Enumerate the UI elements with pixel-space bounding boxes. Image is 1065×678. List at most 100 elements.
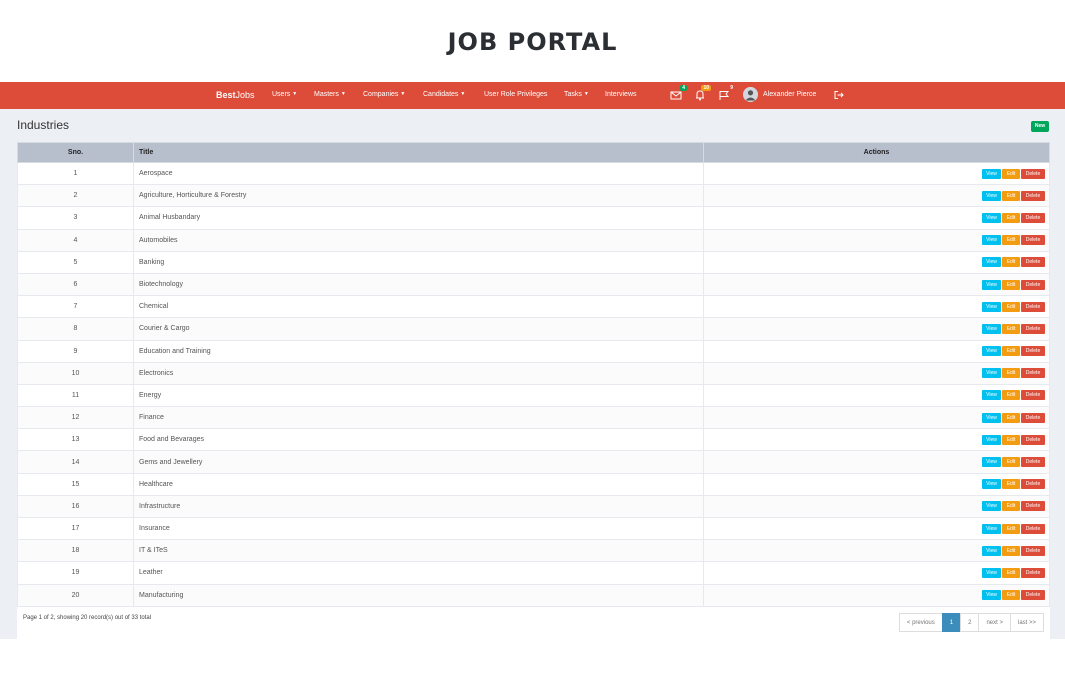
edit-button[interactable]: Edit bbox=[1002, 457, 1020, 468]
edit-button[interactable]: Edit bbox=[1002, 212, 1020, 223]
edit-button[interactable]: Edit bbox=[1002, 368, 1020, 379]
edit-button[interactable]: Edit bbox=[1002, 346, 1020, 357]
view-button[interactable]: View bbox=[982, 190, 1001, 201]
delete-button[interactable]: Delete bbox=[1021, 434, 1045, 445]
nav-masters[interactable]: Masters ▼ bbox=[314, 91, 346, 98]
table-row: 4 Automobiles View Edit Delete bbox=[17, 228, 1050, 252]
delete-button[interactable]: Delete bbox=[1021, 235, 1045, 246]
row-actions: View Edit Delete bbox=[703, 339, 1050, 363]
pager-item[interactable]: < previous bbox=[898, 613, 943, 632]
edit-button[interactable]: Edit bbox=[1002, 501, 1020, 512]
edit-button[interactable]: Edit bbox=[1002, 279, 1020, 290]
view-button[interactable]: View bbox=[982, 301, 1001, 312]
view-button[interactable]: View bbox=[982, 501, 1001, 512]
table-row: 6 Biotechnology View Edit Delete bbox=[17, 272, 1050, 297]
nav-companies[interactable]: Companies ▼ bbox=[363, 91, 405, 98]
view-button[interactable]: View bbox=[982, 279, 1001, 290]
delete-button[interactable]: Delete bbox=[1021, 590, 1045, 601]
view-button[interactable]: View bbox=[982, 323, 1001, 334]
view-button[interactable]: View bbox=[982, 346, 1001, 357]
edit-button[interactable]: Edit bbox=[1002, 479, 1020, 490]
table-row: 7 Chemical View Edit Delete bbox=[17, 295, 1050, 319]
delete-button[interactable]: Delete bbox=[1021, 301, 1045, 312]
row-title: Agriculture, Horticulture & Forestry bbox=[133, 184, 704, 208]
nav-users-label: Users bbox=[272, 91, 291, 98]
delete-button[interactable]: Delete bbox=[1021, 412, 1045, 423]
view-button[interactable]: View bbox=[982, 479, 1001, 490]
view-button[interactable]: View bbox=[982, 545, 1001, 556]
header-actions: Actions bbox=[703, 142, 1050, 163]
delete-button[interactable]: Delete bbox=[1021, 567, 1045, 578]
view-button[interactable]: View bbox=[982, 390, 1001, 401]
delete-button[interactable]: Delete bbox=[1021, 501, 1045, 512]
nav-tasks[interactable]: Tasks ▼ bbox=[564, 91, 589, 98]
view-button[interactable]: View bbox=[982, 212, 1001, 223]
edit-button[interactable]: Edit bbox=[1002, 590, 1020, 601]
delete-button[interactable]: Delete bbox=[1021, 545, 1045, 556]
delete-button[interactable]: Delete bbox=[1021, 279, 1045, 290]
row-sno: 17 bbox=[17, 516, 134, 541]
edit-button[interactable]: Edit bbox=[1002, 323, 1020, 334]
brand-logo[interactable]: BestJobs bbox=[216, 90, 255, 100]
edit-button[interactable]: Edit bbox=[1002, 523, 1020, 534]
edit-button[interactable]: Edit bbox=[1002, 390, 1020, 401]
row-title: Leather bbox=[133, 561, 704, 585]
messages-button[interactable]: 4 bbox=[669, 85, 687, 102]
nav-companies-label: Companies bbox=[363, 91, 399, 98]
edit-button[interactable]: Edit bbox=[1002, 257, 1020, 268]
edit-button[interactable]: Edit bbox=[1002, 168, 1020, 179]
nav-user-role-privileges[interactable]: User Role Privileges bbox=[484, 91, 547, 98]
delete-button[interactable]: Delete bbox=[1021, 457, 1045, 468]
tasks-flag-button[interactable]: 9 bbox=[717, 85, 735, 102]
view-button[interactable]: View bbox=[982, 168, 1001, 179]
pager-item[interactable]: next > bbox=[978, 613, 1011, 632]
view-button[interactable]: View bbox=[982, 368, 1001, 379]
delete-button[interactable]: Delete bbox=[1021, 346, 1045, 357]
edit-button[interactable]: Edit bbox=[1002, 301, 1020, 312]
nav-candidates[interactable]: Candidates ▼ bbox=[423, 91, 465, 98]
view-button[interactable]: View bbox=[982, 590, 1001, 601]
view-button[interactable]: View bbox=[982, 412, 1001, 423]
pager-item[interactable]: last >> bbox=[1009, 613, 1044, 632]
user-name[interactable]: Alexander Pierce bbox=[763, 91, 816, 98]
view-button[interactable]: View bbox=[982, 434, 1001, 445]
view-button[interactable]: View bbox=[982, 523, 1001, 534]
delete-button[interactable]: Delete bbox=[1021, 368, 1045, 379]
pager-item[interactable]: 2 bbox=[960, 613, 980, 632]
edit-button[interactable]: Edit bbox=[1002, 235, 1020, 246]
delete-button[interactable]: Delete bbox=[1021, 168, 1045, 179]
delete-button[interactable]: Delete bbox=[1021, 323, 1045, 334]
delete-button[interactable]: Delete bbox=[1021, 523, 1045, 534]
brand-light: Jobs bbox=[235, 90, 255, 100]
nav-masters-label: Masters bbox=[314, 91, 339, 98]
delete-button[interactable]: Delete bbox=[1021, 479, 1045, 490]
nav-interviews[interactable]: Interviews bbox=[605, 91, 637, 98]
edit-button[interactable]: Edit bbox=[1002, 545, 1020, 556]
row-sno: 16 bbox=[17, 494, 134, 519]
delete-button[interactable]: Delete bbox=[1021, 212, 1045, 223]
view-button[interactable]: View bbox=[982, 457, 1001, 468]
edit-button[interactable]: Edit bbox=[1002, 434, 1020, 445]
delete-button[interactable]: Delete bbox=[1021, 190, 1045, 201]
table-row: 16 Infrastructure View Edit Delete bbox=[17, 494, 1050, 519]
delete-button[interactable]: Delete bbox=[1021, 390, 1045, 401]
view-button[interactable]: View bbox=[982, 257, 1001, 268]
row-title: Banking bbox=[133, 250, 704, 274]
edit-button[interactable]: Edit bbox=[1002, 567, 1020, 578]
sign-out-button[interactable] bbox=[832, 88, 846, 102]
view-button[interactable]: View bbox=[982, 235, 1001, 246]
delete-button[interactable]: Delete bbox=[1021, 257, 1045, 268]
row-title: Education and Training bbox=[133, 339, 704, 363]
pager-item[interactable]: 1 bbox=[941, 613, 962, 632]
notifications-button[interactable]: 10 bbox=[693, 85, 711, 102]
edit-button[interactable]: Edit bbox=[1002, 412, 1020, 423]
user-avatar[interactable] bbox=[743, 87, 758, 102]
edit-button[interactable]: Edit bbox=[1002, 190, 1020, 201]
row-sno: 6 bbox=[17, 272, 134, 297]
new-button[interactable]: New bbox=[1031, 121, 1049, 132]
row-sno: 11 bbox=[17, 383, 134, 408]
view-button[interactable]: View bbox=[982, 567, 1001, 578]
row-title: IT & ITeS bbox=[133, 539, 704, 563]
nav-users[interactable]: Users ▼ bbox=[272, 91, 297, 98]
industries-table: Sno. Title Actions 1 Aerospace View Edit Del… bbox=[17, 142, 1050, 607]
